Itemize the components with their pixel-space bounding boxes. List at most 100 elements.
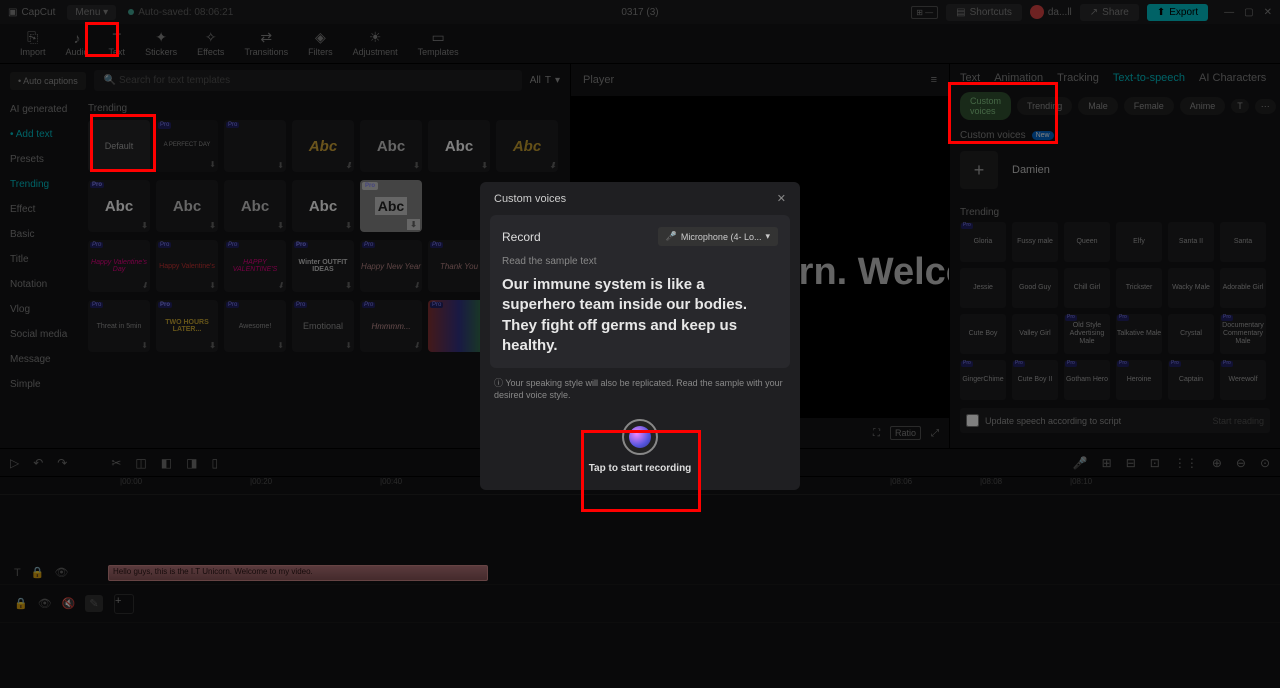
tab-tts[interactable]: Text-to-speech <box>1113 72 1185 84</box>
voice-tile[interactable]: Fussy male <box>1012 222 1058 262</box>
voice-tile[interactable]: Queen <box>1064 222 1110 262</box>
tl-icon[interactable]: ◧ <box>161 456 172 470</box>
voice-tile[interactable]: ProHeroine <box>1116 360 1162 400</box>
share-button[interactable]: ↗ Share <box>1080 4 1139 21</box>
lock-icon[interactable]: 🔒 <box>31 566 45 579</box>
voice-tile[interactable]: Crystal <box>1168 314 1214 354</box>
tool-audio[interactable]: ♪Audio <box>56 29 99 59</box>
tool-filters[interactable]: ◈Filters <box>298 29 343 59</box>
export-button[interactable]: ⬆ Export <box>1147 4 1208 21</box>
template-tile[interactable]: Abc⬇ <box>156 180 218 232</box>
template-tile[interactable]: ProThreat in 5min⬇ <box>88 300 150 352</box>
template-tile[interactable]: Abc⬇ <box>292 180 354 232</box>
expand-icon[interactable]: ⤢ <box>931 428 939 439</box>
track-text-icon[interactable]: T <box>14 567 21 579</box>
tab-text[interactable]: Text <box>960 72 980 84</box>
nav-notation[interactable]: Notation <box>0 272 80 297</box>
voice-tile[interactable]: Santa II <box>1168 222 1214 262</box>
voice-tile[interactable]: ProCaptain <box>1168 360 1214 400</box>
all-filter[interactable]: All T ▾ <box>530 75 560 86</box>
template-tile[interactable]: Abc⬇ <box>428 120 490 172</box>
tl-icon[interactable]: ⊟ <box>1126 456 1136 470</box>
timeline-track-text[interactable]: T 🔒 👁 Hello guys, this is the I.T Unicorn.… <box>0 561 1280 585</box>
mute-icon[interactable]: 🔇 <box>62 597 76 610</box>
template-tile[interactable]: Abc⬇ <box>496 120 558 172</box>
nav-message[interactable]: Message <box>0 347 80 372</box>
voice-damien[interactable]: Damien <box>1012 164 1050 176</box>
redo-icon[interactable]: ↷ <box>57 456 67 470</box>
voice-tile[interactable]: Cute Boy <box>960 314 1006 354</box>
nav-trending[interactable]: Trending <box>0 172 80 197</box>
voice-tile[interactable]: ProOld Style Advertising Male <box>1064 314 1110 354</box>
voice-tile[interactable]: Wacky Male <box>1168 268 1214 308</box>
chip-trending[interactable]: Trending <box>1017 97 1072 115</box>
voice-tile[interactable]: Valley Girl <box>1012 314 1058 354</box>
voice-tile[interactable]: Jessie <box>960 268 1006 308</box>
tl-icon[interactable]: ⊞ <box>1102 456 1112 470</box>
update-speech-checkbox[interactable]: Update speech according to script Start … <box>960 408 1270 433</box>
minimize-icon[interactable]: — <box>1224 7 1234 18</box>
tool-import[interactable]: ⎘Import <box>10 29 56 59</box>
tab-ai-characters[interactable]: AI Characters <box>1199 72 1266 84</box>
voice-tile[interactable]: Good Guy <box>1012 268 1058 308</box>
voice-tile[interactable]: ProCute Boy II <box>1012 360 1058 400</box>
start-reading-button[interactable]: Start reading <box>1212 416 1264 426</box>
chip-male[interactable]: Male <box>1078 97 1118 115</box>
template-tile[interactable]: ProHappy New Year⬇ <box>360 240 422 292</box>
delete-icon[interactable]: ▯ <box>211 456 218 470</box>
voice-tile[interactable]: ProWerewolf <box>1220 360 1266 400</box>
voice-tile[interactable]: Adorable Girl <box>1220 268 1266 308</box>
voice-tile[interactable]: Elfy <box>1116 222 1162 262</box>
maximize-icon[interactable]: ▢ <box>1244 7 1253 18</box>
tl-icon[interactable]: ⋮⋮ <box>1174 456 1198 470</box>
tab-tracking[interactable]: Tracking <box>1057 72 1099 84</box>
voice-tile[interactable]: Santa <box>1220 222 1266 262</box>
template-tile[interactable]: Abc⬇ <box>360 120 422 172</box>
tl-icon[interactable]: ◨ <box>186 456 197 470</box>
edit-icon[interactable]: ✎ <box>85 595 102 612</box>
template-tile[interactable]: Abc⬇ <box>292 120 354 172</box>
mic-icon[interactable]: 🎤 <box>1073 456 1088 470</box>
template-tile[interactable]: ProTWO HOURS LATER...⬇ <box>156 300 218 352</box>
tl-icon[interactable]: ⊖ <box>1236 456 1246 470</box>
tool-stickers[interactable]: ✦Stickers <box>135 29 187 59</box>
menu-button[interactable]: Menu ▾ <box>67 5 116 20</box>
template-tile[interactable]: Abc⬇ <box>224 180 286 232</box>
nav-ai-generated[interactable]: AI generated <box>0 97 80 122</box>
user-badge[interactable]: da...ll <box>1030 5 1072 19</box>
template-tile[interactable]: Pro⬇ <box>224 120 286 172</box>
tl-icon[interactable]: ⊡ <box>1150 456 1160 470</box>
microphone-select[interactable]: 🎤 Microphone (4- Lo... ▾ <box>658 227 778 246</box>
update-checkbox[interactable] <box>966 414 979 427</box>
tl-icon[interactable]: ⊙ <box>1260 456 1270 470</box>
nav-effect[interactable]: Effect <box>0 197 80 222</box>
template-tile[interactable]: ProAwesome!⬇ <box>224 300 286 352</box>
undo-icon[interactable]: ↶ <box>33 456 43 470</box>
tool-text[interactable]: TText <box>99 29 136 59</box>
chip-anime[interactable]: Anime <box>1180 97 1226 115</box>
text-clip[interactable]: Hello guys, this is the I.T Unicorn. Wel… <box>108 565 488 581</box>
add-clip-button[interactable]: + <box>114 594 134 614</box>
eye-icon[interactable]: 👁 <box>54 566 68 579</box>
auto-captions-button[interactable]: • Auto captions <box>10 72 86 90</box>
record-button[interactable] <box>622 419 658 455</box>
template-default[interactable]: Default <box>88 120 150 172</box>
close-icon[interactable]: ✕ <box>1264 7 1272 18</box>
chip-custom-voices[interactable]: Custom voices <box>960 92 1011 120</box>
nav-vlog[interactable]: Vlog <box>0 297 80 322</box>
nav-simple[interactable]: Simple <box>0 372 80 397</box>
ratio-button[interactable]: Ratio <box>890 426 921 440</box>
voice-tile[interactable]: ProGingerChime <box>960 360 1006 400</box>
template-tile[interactable]: ProHmmmm...⬇ <box>360 300 422 352</box>
template-tile[interactable]: ProHappy Valentine's⬇ <box>156 240 218 292</box>
nav-social-media[interactable]: Social media <box>0 322 80 347</box>
template-tile[interactable]: ProHappy Valentine's Day⬇ <box>88 240 150 292</box>
template-tile[interactable]: ProEmotional⬇ <box>292 300 354 352</box>
timeline-track-main[interactable]: 🔒👁🔇✎ + <box>0 585 1280 623</box>
template-tile[interactable]: ProWinter OUTFIT IDEAS⬇ <box>292 240 354 292</box>
add-voice-button[interactable]: + <box>960 151 998 189</box>
player-menu-icon[interactable]: ≡ <box>931 74 937 86</box>
nav-basic[interactable]: Basic <box>0 222 80 247</box>
lock-icon[interactable]: 🔒 <box>14 597 28 610</box>
voice-tile[interactable]: ProGloria <box>960 222 1006 262</box>
